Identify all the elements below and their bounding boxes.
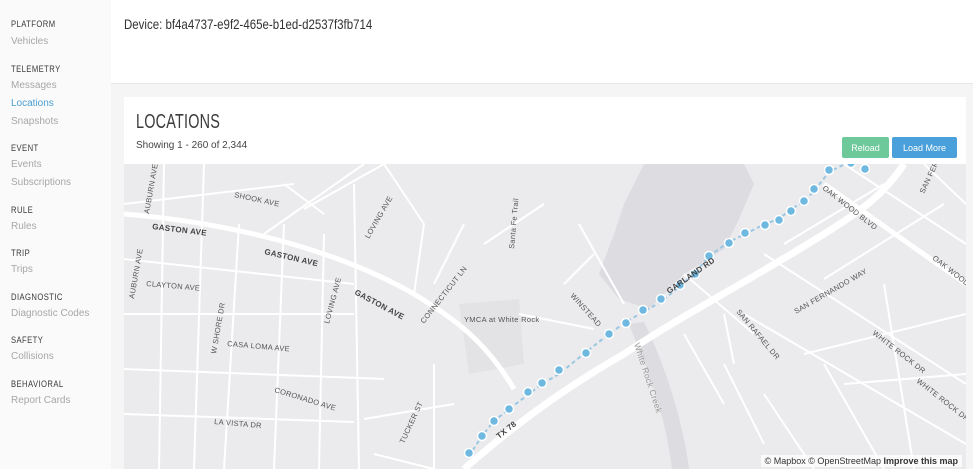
label-loving-ave-2: LOVING AVE bbox=[322, 276, 343, 324]
label-ymca: YMCA at White Rock bbox=[464, 315, 539, 324]
sidebar-item-snapshots[interactable]: Snapshots bbox=[11, 116, 58, 127]
sidebar-item-rules[interactable]: Rules bbox=[11, 221, 37, 232]
locations-count: Showing 1 - 260 of 2,344 bbox=[136, 140, 248, 151]
sidebar-item-locations[interactable]: Locations bbox=[11, 98, 54, 109]
section-title-rule: RULE bbox=[11, 205, 34, 215]
sidebar-item-events[interactable]: Events bbox=[11, 159, 42, 170]
map-canvas[interactable]: GASTON AVE GASTON AVE GASTON AVE SHOOK A… bbox=[124, 164, 966, 469]
sidebar-item-diagnostic-codes[interactable]: Diagnostic Codes bbox=[11, 308, 89, 319]
load-more-button[interactable]: Load More bbox=[892, 137, 957, 158]
label-santa-fe-trail: Santa Fe Trail bbox=[507, 198, 520, 250]
device-title: Device: bf4a4737-e9f2-465e-b1ed-d2537f3f… bbox=[124, 16, 373, 32]
label-auburn-ave-2: AUBURN AVE bbox=[127, 248, 145, 300]
locations-map[interactable]: GASTON AVE GASTON AVE GASTON AVE SHOOK A… bbox=[124, 164, 966, 469]
attribution-mapbox-link[interactable]: © Mapbox bbox=[765, 456, 806, 466]
reload-button[interactable]: Reload bbox=[842, 137, 889, 158]
label-san-fernando: SAN FERNANDO bbox=[918, 164, 953, 195]
sidebar-item-report-cards[interactable]: Report Cards bbox=[11, 395, 70, 406]
locations-panel: LOCATIONS Showing 1 - 260 of 2,344 Reloa… bbox=[124, 97, 966, 469]
improve-map-link[interactable]: Improve this map bbox=[883, 456, 958, 466]
sidebar-item-messages[interactable]: Messages bbox=[11, 80, 57, 91]
label-shook-ave: SHOOK AVE bbox=[234, 190, 281, 208]
section-title-telemetry: TELEMETRY bbox=[11, 64, 61, 74]
label-casa-loma-ave: CASA LOMA AVE bbox=[227, 339, 291, 353]
label-white-rock-dr: WHITE ROCK DR bbox=[871, 328, 928, 375]
section-title-event: EVENT bbox=[11, 143, 39, 153]
sidebar-item-vehicles[interactable]: Vehicles bbox=[11, 36, 48, 47]
sidebar: PLATFORM Vehicles TELEMETRY Messages Loc… bbox=[0, 0, 111, 469]
sidebar-item-collisions[interactable]: Collisions bbox=[11, 351, 54, 362]
attribution-osm-link[interactable]: © OpenStreetMap bbox=[808, 456, 881, 466]
sidebar-item-trips[interactable]: Trips bbox=[11, 264, 33, 275]
label-winstead: WINSTEAD bbox=[569, 291, 604, 328]
label-white-rock-dr-2: WHITE ROCK DR bbox=[915, 376, 966, 423]
label-san-rafael-dr: SAN RAFAEL DR bbox=[734, 308, 781, 362]
label-loving-ave: LOVING AVE bbox=[363, 194, 395, 240]
panel-title: LOCATIONS bbox=[136, 111, 221, 133]
top-bar: Device: bf4a4737-e9f2-465e-b1ed-d2537f3f… bbox=[111, 0, 973, 84]
label-gaston-ave-3: GASTON AVE bbox=[353, 288, 406, 322]
label-tucker-st: TUCKER ST bbox=[398, 400, 425, 445]
label-coronado-ave: CORONADO AVE bbox=[273, 385, 337, 412]
section-title-behavioral: BEHAVIORAL bbox=[11, 379, 64, 389]
label-clayton-ave: CLAYTON AVE bbox=[146, 279, 201, 293]
sidebar-item-subscriptions[interactable]: Subscriptions bbox=[11, 177, 71, 188]
section-title-platform: PLATFORM bbox=[11, 19, 56, 29]
park-area bbox=[459, 299, 524, 374]
map-attribution: © Mapbox © OpenStreetMap Improve this ma… bbox=[760, 455, 962, 467]
section-title-diagnostic: DIAGNOSTIC bbox=[11, 292, 63, 302]
label-auburn-ave: AUBURN AVE bbox=[142, 164, 160, 214]
label-oak-wood: OAK WOOD bbox=[931, 253, 966, 288]
label-oak-wood-blvd: OAK WOOD BLVD bbox=[821, 183, 880, 232]
section-title-trip: TRIP bbox=[11, 248, 31, 258]
section-title-safety: SAFETY bbox=[11, 335, 44, 345]
label-w-shore-dr: W SHORE DR bbox=[209, 302, 227, 355]
